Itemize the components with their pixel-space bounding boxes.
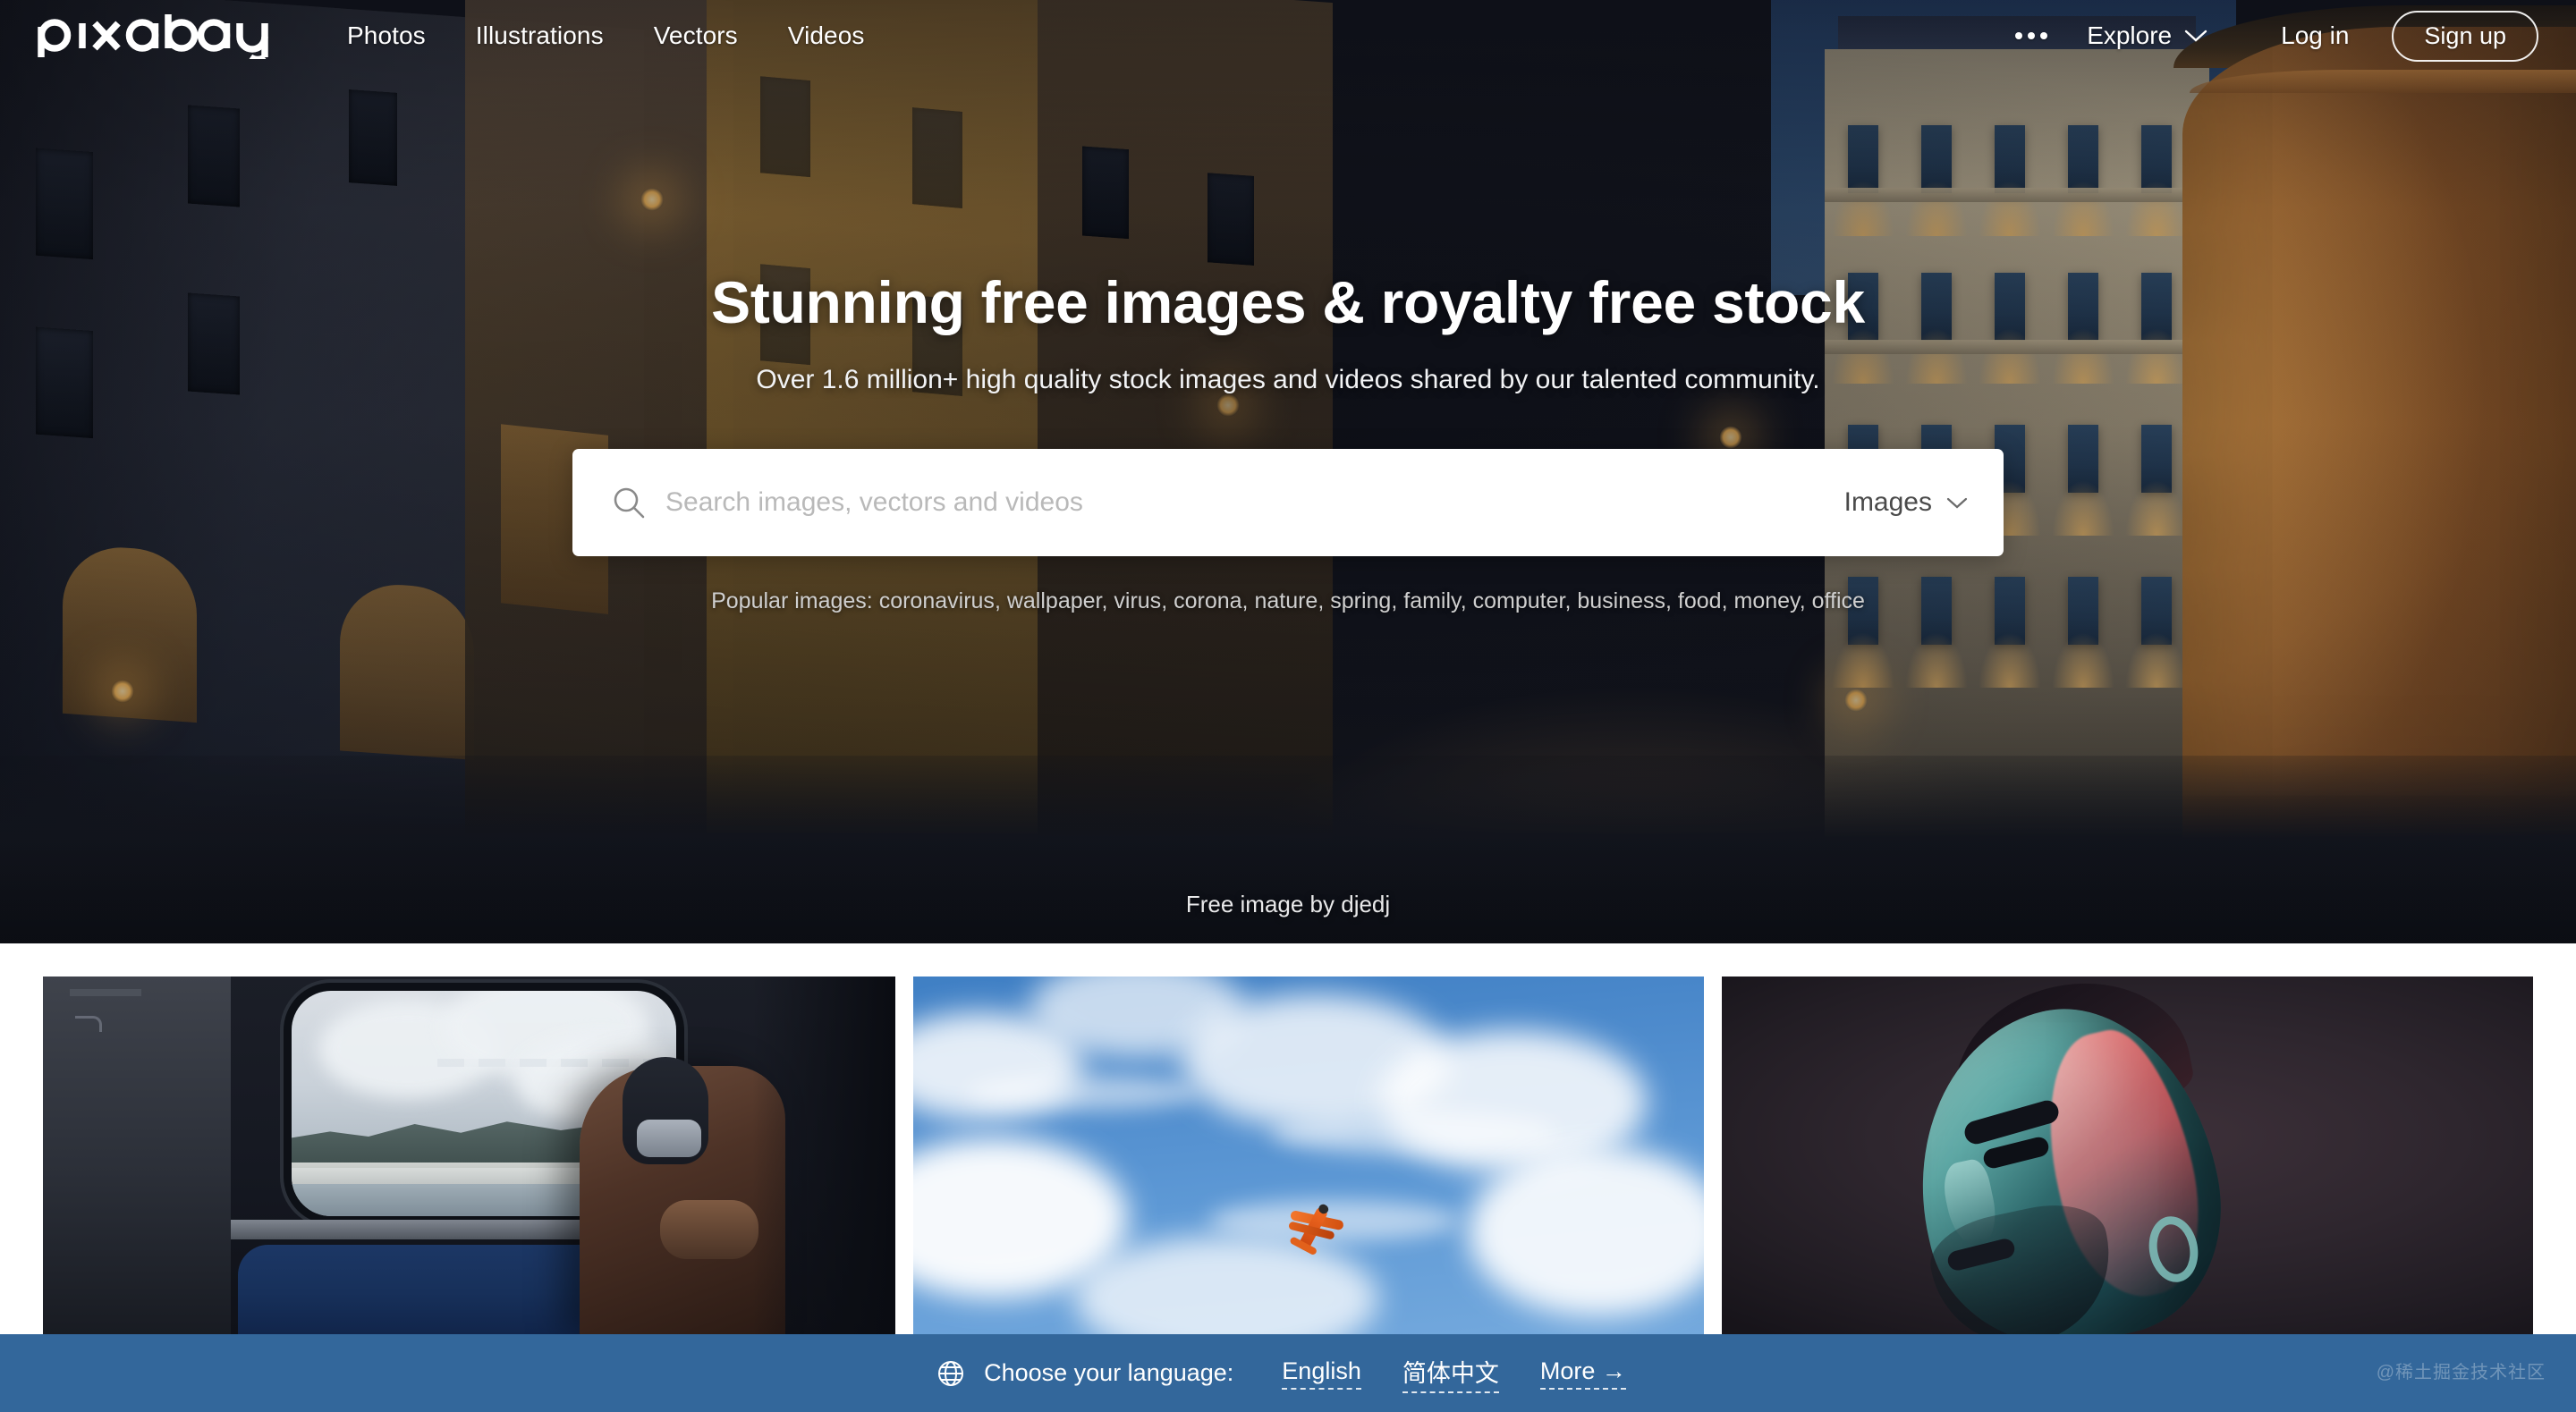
search-type-value: Images bbox=[1843, 487, 1932, 517]
nav-item-photos[interactable]: Photos bbox=[322, 13, 451, 59]
primary-nav: Photos Illustrations Vectors Videos bbox=[322, 13, 890, 59]
chevron-down-icon bbox=[1946, 497, 1968, 508]
header-actions: Explore Log in Sign up bbox=[1996, 10, 2576, 62]
language-bar-label: Choose your language: bbox=[984, 1359, 1234, 1386]
language-bar-inner: Choose your language: English 简体中文 More … bbox=[937, 1354, 1639, 1393]
pixabay-logo[interactable] bbox=[36, 13, 279, 59]
popular-tag-virus[interactable]: virus bbox=[1114, 588, 1161, 613]
popular-tag-money[interactable]: money bbox=[1734, 588, 1800, 613]
chevron-down-icon bbox=[2184, 30, 2207, 42]
popular-tag-spring[interactable]: spring bbox=[1330, 588, 1391, 613]
language-option-simplified-chinese[interactable]: 简体中文 bbox=[1402, 1354, 1499, 1393]
hero-image-credit: Free image by djedj bbox=[1185, 891, 1391, 917]
explore-label: Explore bbox=[2087, 21, 2173, 49]
language-bar: Choose your language: English 简体中文 More … bbox=[0, 1334, 2576, 1412]
gallery-item-orange-biplane-in-blue-sky[interactable] bbox=[913, 977, 1704, 1334]
popular-tag-list: coronavirus, wallpaper, virus, corona, n… bbox=[878, 588, 1865, 613]
pixabay-wordmark-icon bbox=[38, 14, 268, 59]
search-bar: Images bbox=[572, 449, 2004, 556]
popular-tag-food[interactable]: food bbox=[1678, 588, 1722, 613]
popular-tag-business[interactable]: business bbox=[1577, 588, 1665, 613]
popular-tag-corona[interactable]: corona bbox=[1174, 588, 1241, 613]
ellipsis-icon[interactable] bbox=[1996, 23, 2067, 48]
site-header: Photos Illustrations Vectors Videos Expl… bbox=[0, 0, 2576, 72]
popular-tag-computer[interactable]: computer bbox=[1473, 588, 1565, 613]
globe-icon bbox=[937, 1360, 964, 1387]
gallery-strip bbox=[0, 977, 2576, 1334]
nav-item-vectors[interactable]: Vectors bbox=[629, 13, 763, 59]
language-option-more[interactable]: More → bbox=[1539, 1357, 1626, 1390]
popular-searches: Popular images: coronavirus, wallpaper, … bbox=[711, 588, 1865, 614]
search-input[interactable] bbox=[665, 487, 1818, 518]
search-icon bbox=[612, 486, 646, 520]
login-button[interactable]: Log in bbox=[2254, 13, 2376, 59]
explore-menu[interactable]: Explore bbox=[2067, 13, 2227, 59]
pixabay-homepage: Photos Illustrations Vectors Videos Expl… bbox=[0, 0, 2576, 1412]
language-option-english[interactable]: English bbox=[1282, 1357, 1361, 1390]
nav-item-videos[interactable]: Videos bbox=[763, 13, 890, 59]
popular-tag-wallpaper[interactable]: wallpaper bbox=[1007, 588, 1102, 613]
gallery-item-person-at-train-window[interactable] bbox=[43, 977, 896, 1334]
popular-tag-coronavirus[interactable]: coronavirus bbox=[879, 588, 995, 613]
hero-subtitle: Over 1.6 million+ high quality stock ima… bbox=[756, 365, 1820, 394]
popular-tag-nature[interactable]: nature bbox=[1254, 588, 1318, 613]
popular-tag-family[interactable]: family bbox=[1403, 588, 1460, 613]
signup-button[interactable]: Sign up bbox=[2392, 10, 2538, 62]
nav-item-illustrations[interactable]: Illustrations bbox=[451, 13, 629, 59]
search-type-dropdown[interactable]: Images bbox=[1818, 487, 2004, 518]
gallery-item-duotone-portrait-man[interactable] bbox=[1721, 977, 2533, 1334]
watermark: @稀土掘金技术社区 bbox=[2376, 1363, 2546, 1382]
page-title: Stunning free images & royalty free stoc… bbox=[711, 269, 1865, 335]
popular-label: Popular images: bbox=[711, 588, 873, 613]
popular-tag-office[interactable]: office bbox=[1812, 588, 1865, 613]
